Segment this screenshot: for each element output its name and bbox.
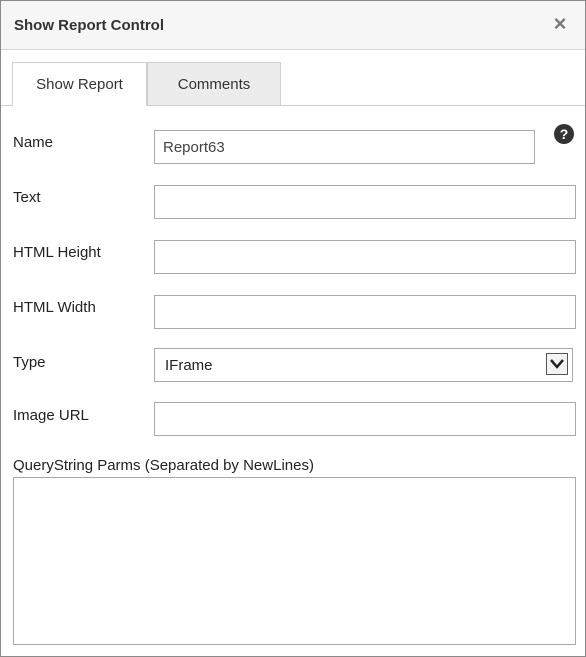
type-select[interactable]: IFrame: [154, 348, 573, 382]
name-label: Name: [13, 134, 54, 151]
html-width-label: HTML Width: [13, 299, 96, 316]
image-url-label: Image URL: [13, 407, 89, 424]
tab-show-report[interactable]: Show Report: [12, 62, 147, 106]
chevron-down-icon-glyph: [550, 359, 564, 369]
text-label: Text: [13, 189, 41, 206]
tab-comments[interactable]: Comments: [147, 62, 281, 105]
name-input[interactable]: Report63: [154, 130, 535, 164]
image-url-input[interactable]: [154, 402, 576, 436]
type-select-value: IFrame: [165, 356, 213, 374]
querystring-textarea[interactable]: [13, 477, 576, 645]
chevron-down-icon[interactable]: [546, 353, 568, 375]
help-icon[interactable]: ?: [554, 124, 574, 144]
dialog-titlebar: Show Report Control ×: [1, 1, 585, 50]
querystring-label: QueryString Parms (Separated by NewLines…: [13, 457, 314, 474]
tab-show-report-label: Show Report: [36, 76, 123, 93]
tab-comments-label: Comments: [177, 75, 251, 93]
type-label: Type: [13, 354, 46, 371]
html-width-input[interactable]: [154, 295, 576, 329]
html-height-input[interactable]: [154, 240, 576, 274]
dialog-title: Show Report Control: [14, 17, 164, 34]
close-icon[interactable]: ×: [550, 13, 570, 35]
text-input[interactable]: [154, 185, 576, 219]
html-height-label: HTML Height: [13, 244, 101, 261]
show-report-control-dialog: Show Report Control × Show Report Commen…: [0, 0, 586, 657]
name-input-value: Report63: [163, 138, 225, 156]
